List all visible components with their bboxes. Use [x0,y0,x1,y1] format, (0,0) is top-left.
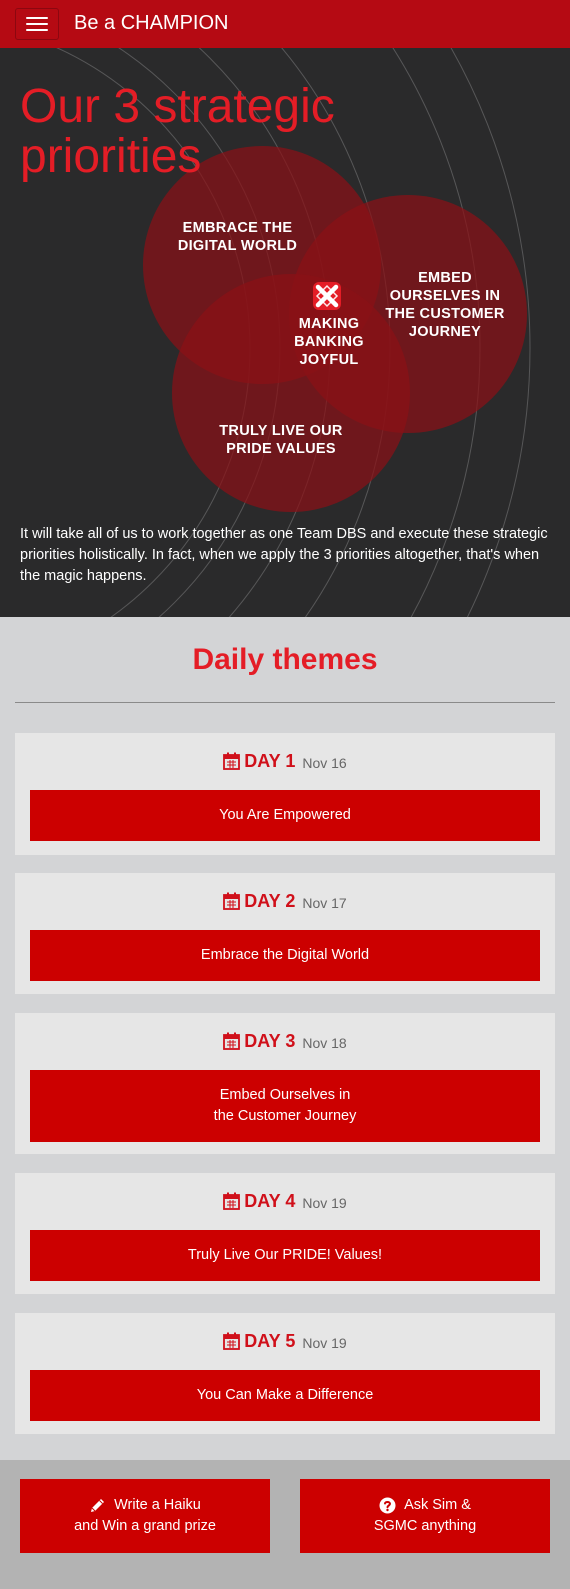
question-circle-icon [379,1497,396,1514]
daily-themes-section: Daily themes DAY 1 Nov 16 You Are Empowe… [0,617,570,1460]
hero-section: Our 3 strategic priorities EMBRACE THE D… [0,48,570,617]
day-header: DAY 5 Nov 19 [15,1313,555,1369]
circle-label-customer: EMBED OURSELVES IN THE CUSTOMER JOURNEY [385,270,505,340]
hero-description: It will take all of us to work together … [20,526,548,584]
day-label: DAY 5 [244,1330,296,1351]
theme-button-day-3[interactable]: Embed Ourselves in the Customer Journey [30,1070,540,1142]
day-card-2: DAY 2 Nov 17 Embrace the Digital World [15,873,555,994]
day-label: DAY 1 [244,750,296,771]
divider [15,702,555,703]
ask-line-2: SGMC anything [373,1518,477,1534]
theme-button-day-5[interactable]: You Can Make a Difference [30,1370,540,1421]
ask-line-1: Ask Sim & [404,1497,471,1513]
haiku-line-2: and Win a grand prize [74,1518,216,1534]
calendar-icon [223,752,241,770]
day-date: Nov 19 [302,1334,347,1351]
theme-button-day-4[interactable]: Truly Live Our PRIDE! Values! [30,1230,540,1281]
day-label: DAY 3 [244,1030,296,1051]
top-navbar: Be a CHAMPION [0,0,570,48]
hero-title: Our 3 strategic priorities [20,80,335,183]
hamburger-menu-icon [26,17,48,19]
ask-question-button[interactable]: Ask Sim & SGMC anything [300,1479,550,1553]
circle-label-digital: EMBRACE THE DIGITAL WORLD [177,220,298,254]
dbs-logo-icon [313,282,341,310]
theme-button-day-1[interactable]: You Are Empowered [30,790,540,841]
circle-label-pride: TRULY LIVE OUR PRIDE VALUES [219,423,343,457]
circle-label-center: MAKING BANKING JOYFUL [294,316,364,368]
day-label: DAY 4 [244,1190,296,1211]
brand-title[interactable]: Be a CHAMPION [74,12,228,35]
day-card-5: DAY 5 Nov 19 You Can Make a Difference [15,1313,555,1434]
day-date: Nov 18 [302,1034,347,1051]
section-title: Daily themes [192,643,378,676]
day-header: DAY 1 Nov 16 [15,733,555,789]
day-date: Nov 19 [302,1194,347,1211]
day-card-1: DAY 1 Nov 16 You Are Empowered [15,733,555,855]
calendar-icon [223,1332,241,1350]
day-date: Nov 17 [302,894,347,911]
write-haiku-button[interactable]: Write a Haiku and Win a grand prize [20,1479,270,1553]
theme-button-day-2[interactable]: Embrace the Digital World [30,930,540,981]
day-date: Nov 16 [302,754,347,771]
day-card-4: DAY 4 Nov 19 Truly Live Our PRIDE! Value… [15,1173,555,1294]
footer-actions: Write a Haiku and Win a grand prize Ask … [0,1460,570,1589]
calendar-icon [223,1192,241,1210]
day-label: DAY 2 [244,890,296,911]
day-header: DAY 3 Nov 18 [15,1013,555,1069]
hamburger-menu-button[interactable] [15,8,59,40]
day-card-3: DAY 3 Nov 18 Embed Ourselves in the Cust… [15,1013,555,1154]
day-header: DAY 4 Nov 19 [15,1173,555,1229]
day-header: DAY 2 Nov 17 [15,873,555,929]
calendar-icon [223,892,241,910]
pencil-icon [91,1499,105,1512]
calendar-icon [223,1032,241,1050]
haiku-line-1: Write a Haiku [114,1497,201,1513]
